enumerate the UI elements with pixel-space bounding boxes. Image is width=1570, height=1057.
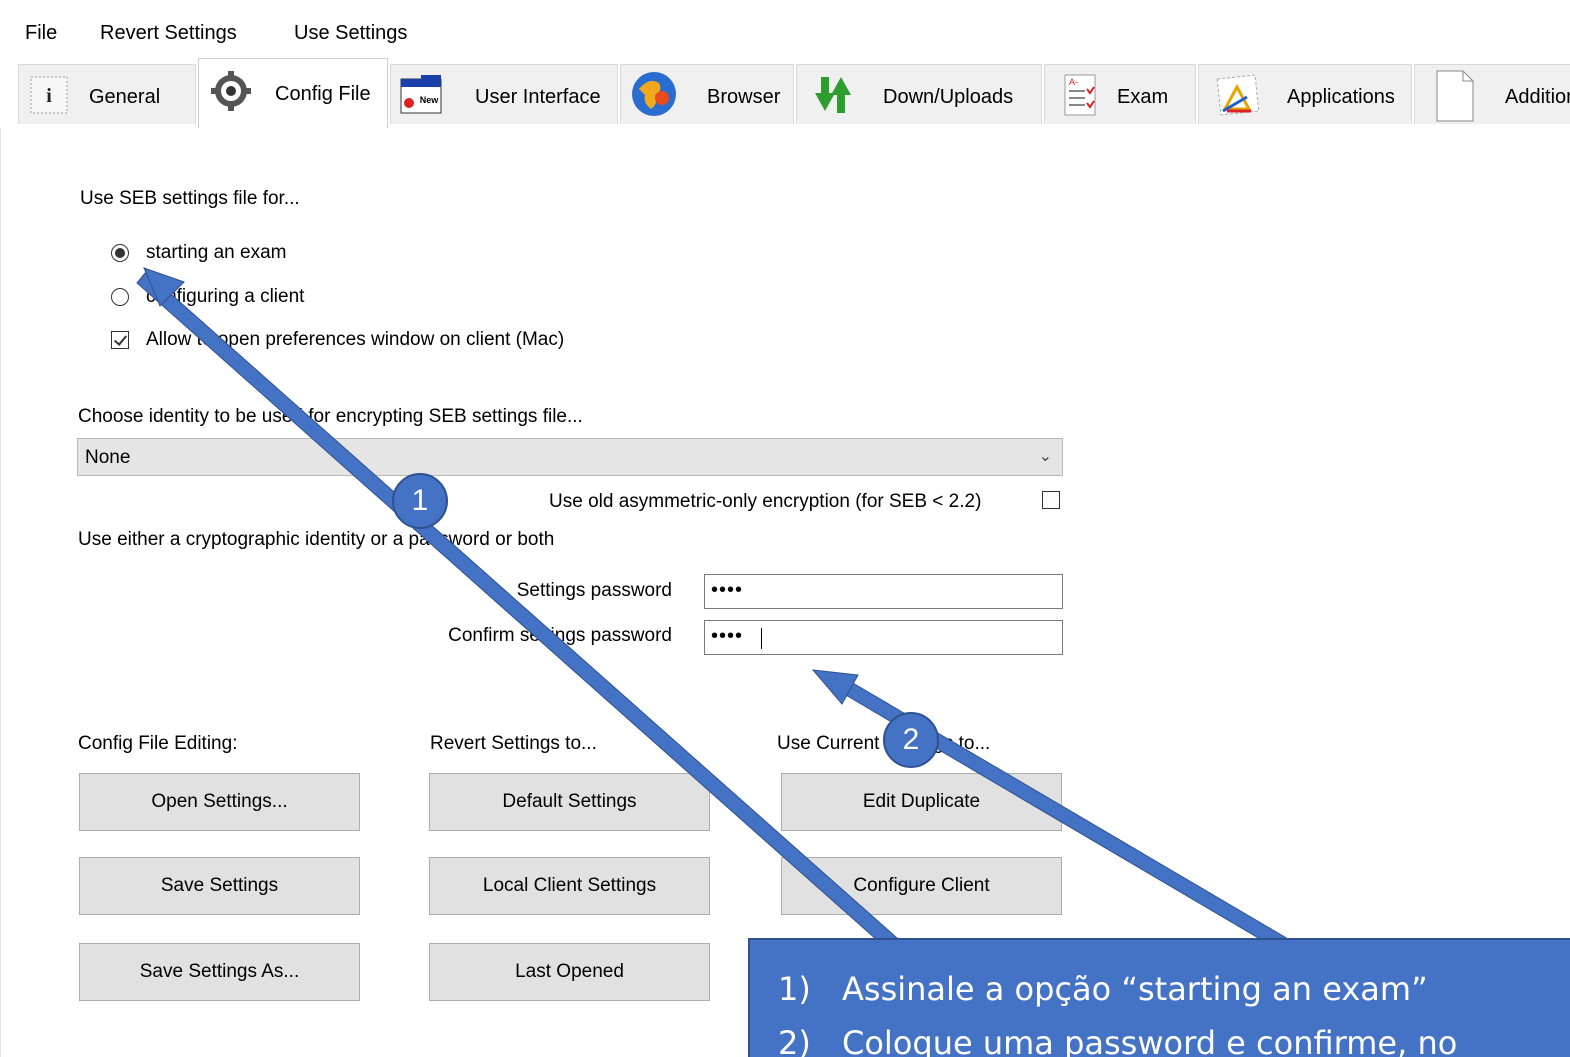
annotation-badge-1: 1 [392,473,448,529]
annotation-note-box: 1) Assinale a opção “starting an exam” 2)… [748,938,1570,1057]
annotation-arrow-1-shaft [136,271,907,957]
annotation-note-line-1: 1) Assinale a opção “starting an exam” [778,970,1428,1008]
annotation-arrow-2-head [811,669,859,705]
annotation-badge-2: 2 [883,712,939,768]
annotation-note-line-2: 2) Coloque uma password e confirme, no [778,1024,1458,1057]
annotation-arrows [136,267,1301,957]
